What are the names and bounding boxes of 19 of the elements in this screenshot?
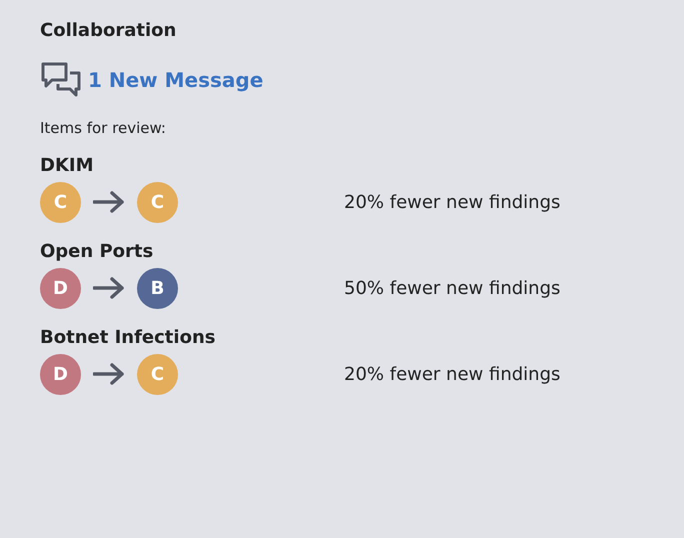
chat-bubbles-icon xyxy=(40,61,82,99)
change-text: 20% fewer new findings xyxy=(344,364,560,384)
arrow-icon xyxy=(93,276,125,300)
grade-badge: D xyxy=(40,354,81,394)
grade-badge: B xyxy=(137,268,178,308)
grade-badge: C xyxy=(137,354,178,394)
grade-badge: C xyxy=(137,182,178,222)
new-message-link[interactable]: 1 New Message xyxy=(88,68,264,92)
change-text: 50% fewer new findings xyxy=(344,278,560,298)
item-name: Open Ports xyxy=(40,241,154,263)
grade-badge: D xyxy=(40,268,81,308)
arrow-icon xyxy=(93,190,125,214)
arrow-icon xyxy=(93,362,125,386)
review-label: Items for review: xyxy=(40,119,166,137)
change-text: 20% fewer new findings xyxy=(344,192,560,212)
item-name: DKIM xyxy=(40,155,94,177)
grade-badge: C xyxy=(40,182,81,222)
section-title: Collaboration xyxy=(40,20,176,41)
item-name: Botnet Infections xyxy=(40,327,216,349)
